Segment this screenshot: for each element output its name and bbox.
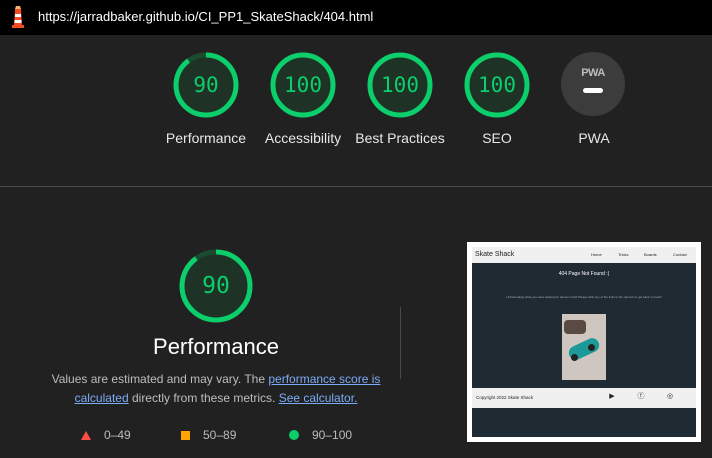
legend-average: 50–89 (181, 427, 236, 443)
best-practices-score: 100 (381, 73, 419, 97)
performance-detail-title: Performance (153, 334, 279, 359)
seo-score: 100 (478, 73, 516, 97)
screenshot-skateboard-photo (562, 314, 606, 380)
facebook-icon: ⓕ (637, 393, 645, 400)
screenshot-body-text: Unfortunately what you were looking for … (506, 295, 662, 299)
wheel-shape (571, 354, 578, 361)
screenshot-heading: 404 Page Not Found :( (558, 271, 610, 277)
pwa-badge: PWA (561, 52, 625, 116)
section-divider (0, 186, 712, 187)
accessibility-label: Accessibility (264, 130, 342, 146)
legend-fail-range: 0–49 (104, 428, 131, 442)
average-square-icon (181, 430, 190, 440)
category-gauges: 90 Performance 100 Accessibility 100 Bes… (0, 35, 712, 185)
seo-label: SEO (482, 130, 512, 146)
screenshot-nav-home: Home (591, 252, 602, 257)
youtube-icon: ▶ (609, 393, 615, 400)
legend-average-range: 50–89 (203, 428, 237, 442)
desc-text-mid: directly from these metrics. (128, 391, 279, 405)
screenshot-nav-tricks: Tricks (618, 252, 629, 257)
fail-triangle-icon (81, 430, 91, 440)
wheel-shape (588, 344, 595, 351)
performance-score: 90 (193, 73, 219, 97)
report-header: https://jarradbaker.github.io/CI_PP1_Ska… (0, 0, 712, 35)
legend-pass-range: 90–100 (312, 428, 353, 442)
legend-fail: 0–49 (81, 427, 131, 443)
desc-text: Values are estimated and may vary. The (51, 372, 269, 386)
screenshot-nav-contact: Contact (673, 252, 687, 257)
screenshot-navbar: Skate Shack Home Tricks Boards Contact (472, 247, 696, 263)
screenshot-brand: Skate Shack (475, 251, 515, 258)
performance-label: Performance (165, 130, 247, 146)
screenshot-copyright: Copyright 2022 Skate Shack (476, 395, 534, 400)
screenshot-nav-boards: Boards (644, 252, 657, 257)
lighthouse-icon (12, 6, 24, 28)
legend-pass: 90–100 (289, 427, 352, 443)
performance-description: Values are estimated and may vary. The p… (46, 370, 386, 408)
performance-detail-score: 90 (202, 273, 230, 299)
instagram-icon: ◎ (666, 393, 674, 400)
pwa-badge-text: PWA (581, 67, 605, 79)
shoe-shape (564, 320, 586, 334)
see-calculator-link[interactable]: See calculator. (279, 391, 358, 405)
pwa-dash-icon (583, 88, 603, 93)
page-url[interactable]: https://jarradbaker.github.io/CI_PP1_Ska… (38, 9, 373, 24)
accessibility-score: 100 (284, 73, 322, 97)
screenshot-page: Skate Shack Home Tricks Boards Contact 4… (472, 247, 696, 437)
pass-circle-icon (289, 430, 299, 440)
final-screenshot[interactable]: Skate Shack Home Tricks Boards Contact 4… (467, 242, 701, 442)
vertical-divider (400, 307, 401, 379)
screenshot-footer: Copyright 2022 Skate Shack ▶ ⓕ ◎ (472, 388, 696, 408)
best-practices-label: Best Practices (355, 130, 445, 146)
pwa-label: PWA (578, 130, 610, 146)
